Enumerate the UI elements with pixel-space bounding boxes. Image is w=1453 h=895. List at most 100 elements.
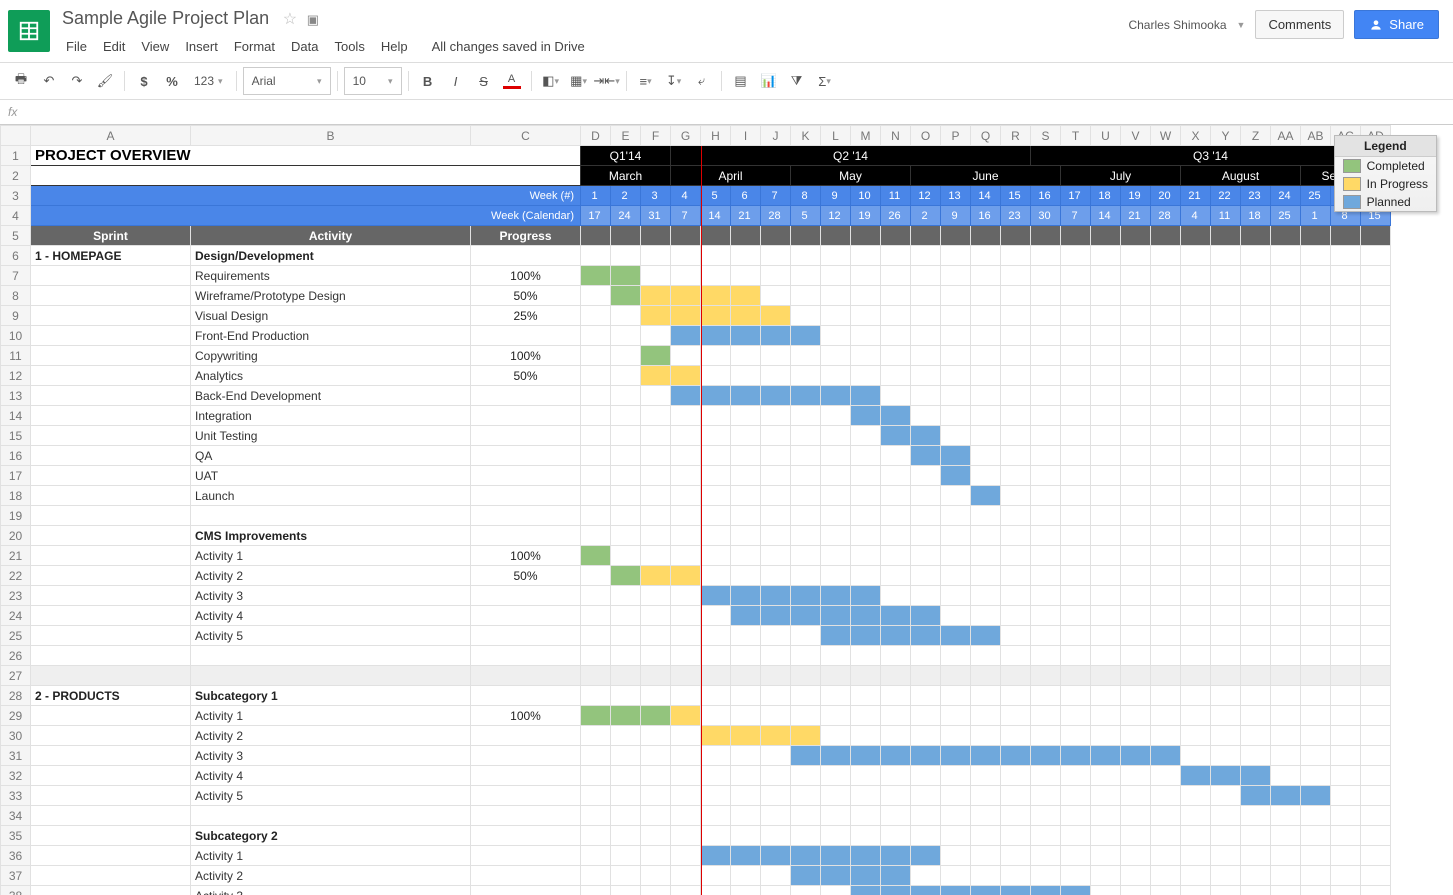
gantt-cell[interactable] [1361, 286, 1391, 306]
gantt-cell[interactable] [1271, 546, 1301, 566]
gantt-cell[interactable] [641, 266, 671, 286]
gantt-cell[interactable] [911, 586, 941, 606]
gantt-cell[interactable] [821, 326, 851, 346]
gantt-cell[interactable] [1241, 746, 1271, 766]
gantt-cell[interactable] [581, 426, 611, 446]
gantt-cell[interactable] [791, 486, 821, 506]
sheets-logo-icon[interactable] [8, 10, 50, 52]
gantt-cell[interactable] [1001, 886, 1031, 895]
sprint-label[interactable]: 1 - HOMEPAGE [31, 246, 191, 266]
gantt-cell[interactable] [671, 766, 701, 786]
gantt-cell[interactable] [791, 586, 821, 606]
gantt-cell[interactable] [1301, 466, 1331, 486]
gantt-cell[interactable] [701, 426, 731, 446]
gantt-cell[interactable] [821, 606, 851, 626]
gantt-cell[interactable] [911, 266, 941, 286]
gantt-cell[interactable] [1331, 346, 1361, 366]
gantt-cell[interactable] [1271, 626, 1301, 646]
gantt-cell[interactable] [581, 786, 611, 806]
gantt-cell[interactable] [1331, 546, 1361, 566]
gantt-cell[interactable] [1151, 546, 1181, 566]
gantt-cell[interactable] [581, 766, 611, 786]
progress-value[interactable] [471, 386, 581, 406]
gantt-cell[interactable] [1331, 446, 1361, 466]
gantt-cell[interactable] [701, 266, 731, 286]
gantt-cell[interactable] [1061, 426, 1091, 446]
gantt-cell[interactable] [881, 726, 911, 746]
gantt-cell[interactable] [761, 466, 791, 486]
gantt-cell[interactable] [761, 446, 791, 466]
gantt-cell[interactable] [1181, 746, 1211, 766]
gantt-cell[interactable] [1211, 726, 1241, 746]
gantt-cell[interactable] [941, 486, 971, 506]
gantt-cell[interactable] [1331, 586, 1361, 606]
gantt-cell[interactable] [971, 846, 1001, 866]
gantt-cell[interactable] [1301, 406, 1331, 426]
gantt-cell[interactable] [881, 886, 911, 895]
gantt-cell[interactable] [701, 306, 731, 326]
gantt-cell[interactable] [641, 566, 671, 586]
gantt-cell[interactable] [1301, 706, 1331, 726]
gantt-cell[interactable] [671, 466, 701, 486]
text-color-icon[interactable]: A [499, 68, 525, 94]
gantt-cell[interactable] [731, 786, 761, 806]
column-header[interactable]: E [611, 126, 641, 146]
gantt-cell[interactable] [1361, 466, 1391, 486]
gantt-cell[interactable] [971, 426, 1001, 446]
row-header[interactable]: 20 [1, 526, 31, 546]
gantt-cell[interactable] [731, 386, 761, 406]
gantt-cell[interactable] [911, 486, 941, 506]
gantt-cell[interactable] [941, 706, 971, 726]
gantt-cell[interactable] [791, 386, 821, 406]
gantt-cell[interactable] [611, 546, 641, 566]
gantt-cell[interactable] [1061, 486, 1091, 506]
gantt-cell[interactable] [791, 866, 821, 886]
gantt-cell[interactable] [1001, 866, 1031, 886]
gantt-cell[interactable] [581, 606, 611, 626]
gantt-cell[interactable] [1121, 306, 1151, 326]
gantt-cell[interactable] [941, 286, 971, 306]
gantt-cell[interactable] [911, 866, 941, 886]
gantt-cell[interactable] [1031, 706, 1061, 726]
gantt-cell[interactable] [671, 286, 701, 306]
progress-value[interactable]: 100% [471, 546, 581, 566]
gantt-cell[interactable] [851, 466, 881, 486]
gantt-cell[interactable] [1301, 306, 1331, 326]
column-header[interactable]: A [31, 126, 191, 146]
gantt-cell[interactable] [671, 446, 701, 466]
gantt-cell[interactable] [1031, 406, 1061, 426]
column-header[interactable]: Z [1241, 126, 1271, 146]
gantt-cell[interactable] [1241, 306, 1271, 326]
gantt-cell[interactable] [1091, 746, 1121, 766]
column-header[interactable]: H [701, 126, 731, 146]
gantt-cell[interactable] [851, 606, 881, 626]
gantt-cell[interactable] [1241, 266, 1271, 286]
gantt-cell[interactable] [1271, 886, 1301, 895]
gantt-cell[interactable] [1181, 406, 1211, 426]
gantt-cell[interactable] [941, 406, 971, 426]
gantt-cell[interactable] [971, 606, 1001, 626]
gantt-cell[interactable] [731, 406, 761, 426]
gantt-cell[interactable] [581, 746, 611, 766]
font-dropdown[interactable]: Arial▾ [243, 67, 331, 95]
progress-value[interactable] [471, 626, 581, 646]
gantt-cell[interactable] [1271, 466, 1301, 486]
gantt-cell[interactable] [1181, 606, 1211, 626]
gantt-cell[interactable] [1331, 406, 1361, 426]
gantt-cell[interactable] [971, 726, 1001, 746]
gantt-cell[interactable] [1151, 586, 1181, 606]
gantt-cell[interactable] [731, 846, 761, 866]
gantt-cell[interactable] [821, 286, 851, 306]
gantt-cell[interactable] [1121, 626, 1151, 646]
progress-value[interactable] [471, 886, 581, 895]
progress-value[interactable]: 50% [471, 286, 581, 306]
gantt-cell[interactable] [1001, 346, 1031, 366]
row-header[interactable]: 35 [1, 826, 31, 846]
gantt-cell[interactable] [881, 746, 911, 766]
activity-label[interactable]: Visual Design [191, 306, 471, 326]
activity-label[interactable]: Activity 4 [191, 606, 471, 626]
gantt-cell[interactable] [881, 486, 911, 506]
row-header[interactable]: 37 [1, 866, 31, 886]
row-header[interactable]: 27 [1, 666, 31, 686]
gantt-cell[interactable] [881, 446, 911, 466]
